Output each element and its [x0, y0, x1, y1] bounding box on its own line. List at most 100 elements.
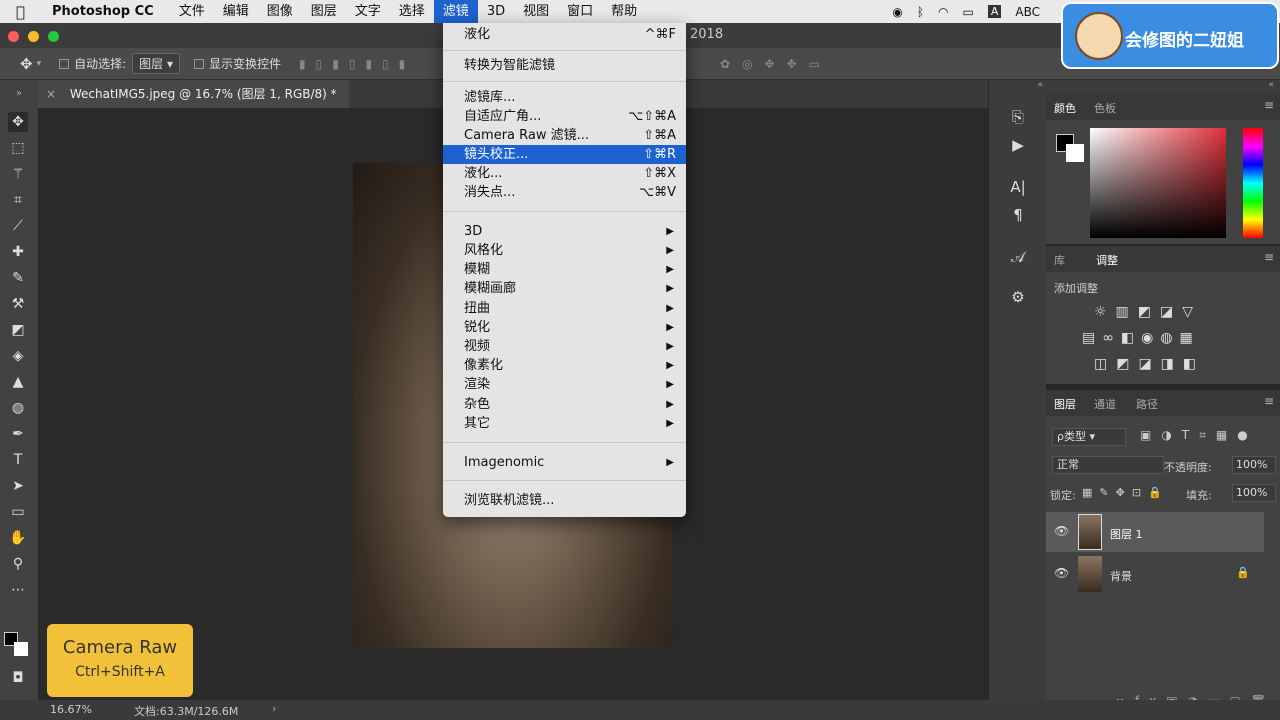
menu-item-browse-online-filters[interactable]: 浏览联机滤镜...: [443, 491, 686, 510]
dodge-tool-icon[interactable]: ◍: [8, 398, 28, 418]
tab-channels[interactable]: 通道: [1094, 396, 1116, 412]
menu-item-vanishing-point[interactable]: 消失点... ⌥⌘V: [443, 183, 686, 202]
bluetooth-icon[interactable]: ᛒ: [917, 5, 924, 19]
show-transform-checkbox[interactable]: [194, 57, 209, 71]
tab-layers[interactable]: 图层: [1054, 396, 1076, 412]
brush-tool-icon[interactable]: ✎: [8, 268, 28, 288]
blend-mode-dropdown[interactable]: 正常: [1052, 456, 1164, 474]
path-select-icon[interactable]: ➤: [8, 476, 28, 496]
menu-layer[interactable]: 图层: [302, 0, 346, 23]
menu-item-filter-gallery[interactable]: 滤镜库...: [443, 88, 686, 107]
collapse-dock-icon[interactable]: «: [989, 80, 1047, 90]
menu-item-blur-gallery[interactable]: 模糊画廊 ▶: [443, 279, 686, 298]
quick-mask-icon[interactable]: ◘: [8, 668, 28, 688]
tab-paths[interactable]: 路径: [1136, 396, 1158, 412]
layer-row[interactable]: 👁 背景 🔒: [1046, 554, 1264, 594]
move-tool-icon[interactable]: ✥: [8, 112, 28, 132]
move-tool-icon[interactable]: ✥: [20, 55, 33, 73]
visibility-eye-icon[interactable]: 👁: [1054, 566, 1069, 580]
eraser-icon[interactable]: ◩: [8, 320, 28, 340]
menu-window[interactable]: 窗口: [558, 0, 602, 23]
zoom-level[interactable]: 16.67%: [50, 703, 92, 716]
menu-item-noise[interactable]: 杂色 ▶: [443, 395, 686, 414]
zoom-tool-icon[interactable]: ⚲: [8, 554, 28, 574]
lock-icons[interactable]: ▦✎✥⊡🔒: [1082, 486, 1169, 499]
type-tool-icon[interactable]: T: [8, 450, 28, 470]
menu-item-blur[interactable]: 模糊 ▶: [443, 260, 686, 279]
minimize-window-button[interactable]: [28, 31, 39, 42]
layer-row[interactable]: 👁 图层 1: [1046, 512, 1264, 552]
collapse-toolbar-icon[interactable]: »: [0, 80, 38, 108]
battery-icon[interactable]: ▭: [963, 5, 974, 19]
align-icons[interactable]: ▮▯▮▯▮▯▮: [299, 57, 415, 71]
record-icon[interactable]: ◉: [892, 5, 902, 19]
auto-select-dropdown[interactable]: 图层 ▾: [132, 53, 181, 74]
menu-item-stylize[interactable]: 风格化 ▶: [443, 241, 686, 260]
menu-item-render[interactable]: 渲染 ▶: [443, 375, 686, 394]
zoom-window-button[interactable]: [48, 31, 59, 42]
tab-adjustments[interactable]: 调整: [1096, 252, 1118, 268]
adjustment-icons-row3[interactable]: ◫◩◪◨◧: [1094, 356, 1205, 372]
menu-filter[interactable]: 滤镜: [433, 0, 478, 23]
layer-filter-icons[interactable]: ▣◑T⌗▦●: [1140, 428, 1258, 443]
tab-libraries[interactable]: 库: [1054, 252, 1065, 268]
tab-color[interactable]: 颜色: [1054, 100, 1076, 116]
auto-select-checkbox[interactable]: [59, 57, 74, 71]
status-arrow-icon[interactable]: ›: [272, 702, 276, 715]
menu-item-lens-correction[interactable]: 镜头校正... ⇧⌘R: [443, 145, 686, 164]
tab-swatches[interactable]: 色板: [1094, 100, 1116, 116]
panel-menu-icon[interactable]: ≡: [1264, 394, 1274, 408]
blur-tool-icon[interactable]: ▲: [8, 372, 28, 392]
actions-play-icon[interactable]: ▶: [989, 136, 1047, 154]
3d-mode-icons[interactable]: ✿◎✥✥▭: [720, 57, 832, 71]
paragraph-icon[interactable]: ¶: [989, 206, 1047, 224]
rectangle-tool-icon[interactable]: ▭: [8, 502, 28, 522]
stamp-tool-icon[interactable]: ⚒: [8, 294, 28, 314]
menu-item-other[interactable]: 其它 ▶: [443, 414, 686, 433]
menu-item-adaptive-wide-angle[interactable]: 自适应广角... ⌥⇧⌘A: [443, 107, 686, 126]
menu-item-3d[interactable]: 3D ▶: [443, 222, 686, 241]
menu-item-video[interactable]: 视频 ▶: [443, 337, 686, 356]
paint-bucket-icon[interactable]: ◈: [8, 346, 28, 366]
chevron-down-icon[interactable]: ▾: [37, 59, 42, 69]
glyphs-icon[interactable]: 𝒜: [989, 248, 1047, 266]
document-tab[interactable]: × WechatIMG5.jpeg @ 16.7% (图层 1, RGB/8) …: [38, 80, 349, 108]
menu-item-liquify[interactable]: 液化... ⇧⌘X: [443, 164, 686, 183]
wifi-icon[interactable]: ◠: [938, 5, 948, 19]
menu-item-sharpen[interactable]: 锐化 ▶: [443, 318, 686, 337]
background-color-swatch[interactable]: [14, 642, 28, 656]
healing-brush-icon[interactable]: ✚: [8, 242, 28, 262]
close-tab-icon[interactable]: ×: [46, 87, 56, 101]
panel-menu-icon[interactable]: ≡: [1264, 250, 1274, 264]
panel-menu-icon[interactable]: ≡: [1264, 98, 1274, 112]
input-source-icon[interactable]: A: [987, 5, 1002, 18]
opacity-field[interactable]: 100%: [1232, 456, 1276, 474]
hue-slider[interactable]: [1243, 128, 1263, 238]
visibility-eye-icon[interactable]: 👁: [1054, 524, 1069, 538]
menu-help[interactable]: 帮助: [602, 0, 646, 23]
menu-item-camera-raw[interactable]: Camera Raw 滤镜... ⇧⌘A: [443, 126, 686, 145]
layer-filter-dropdown[interactable]: ρ类型 ▾: [1052, 428, 1126, 446]
menu-item-convert-smart-filter[interactable]: 转换为智能滤镜: [443, 56, 686, 75]
adjustment-icons-row2[interactable]: ▤∞◧◉◍▦: [1082, 330, 1200, 346]
hand-tool-icon[interactable]: ✋: [8, 528, 28, 548]
menu-item-imagenomic[interactable]: Imagenomic ▶: [443, 453, 686, 472]
more-tools-icon[interactable]: ⋯: [8, 580, 28, 600]
menu-file[interactable]: 文件: [170, 0, 214, 23]
pen-tool-icon[interactable]: ✒: [8, 424, 28, 444]
app-name[interactable]: Photoshop CC: [52, 4, 154, 19]
menu-3d[interactable]: 3D: [478, 0, 514, 23]
adjustment-icons-row1[interactable]: ☼▥◩◪▽: [1094, 304, 1202, 320]
menu-item-pixelate[interactable]: 像素化 ▶: [443, 356, 686, 375]
menu-view[interactable]: 视图: [514, 0, 558, 23]
marquee-tool-icon[interactable]: ⬚: [8, 138, 28, 158]
menu-type[interactable]: 文字: [346, 0, 390, 23]
magic-wand-icon[interactable]: ⚚: [8, 164, 28, 184]
properties-icon[interactable]: ⚙: [989, 288, 1047, 306]
history-icon[interactable]: ⎘: [989, 108, 1047, 126]
apple-icon[interactable]: : [16, 3, 34, 21]
menu-image[interactable]: 图像: [258, 0, 302, 23]
menu-item-liquify-last[interactable]: 液化 ^⌘F: [443, 25, 686, 44]
fill-field[interactable]: 100%: [1232, 484, 1276, 502]
menu-select[interactable]: 选择: [390, 0, 434, 23]
